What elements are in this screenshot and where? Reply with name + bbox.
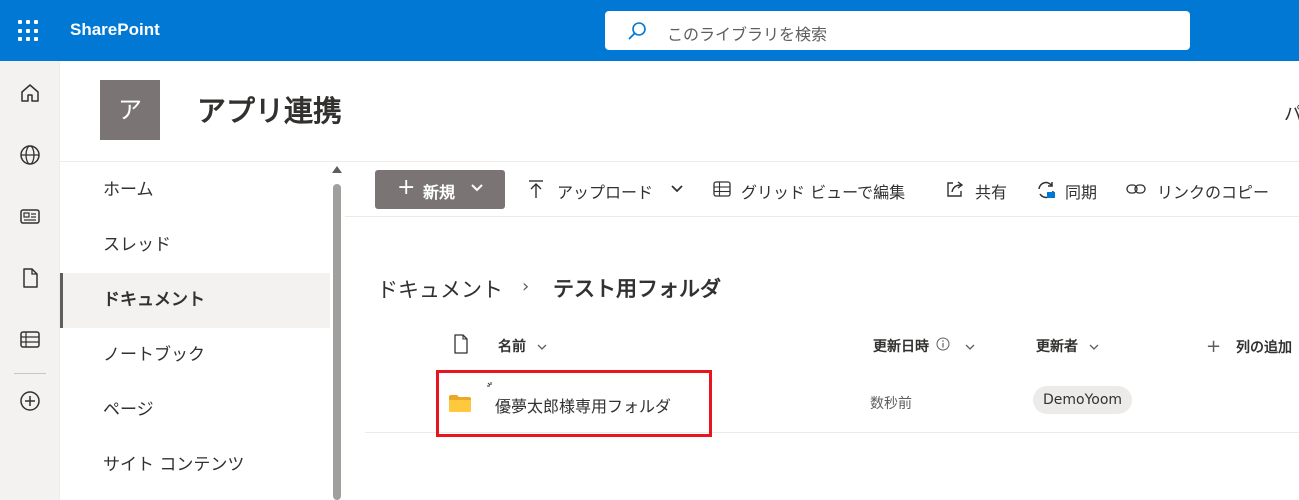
breadcrumb-current-folder: テスト用フォルダ [553, 277, 721, 301]
add-column-button[interactable]: + 列の追加 [1206, 336, 1292, 357]
upload-button[interactable]: アップロード [527, 178, 687, 202]
new-button-label: 新規 [423, 183, 456, 202]
column-name-label: 名前 [498, 339, 526, 355]
breadcrumb-documents[interactable]: ドキュメント [377, 274, 503, 304]
suite-header: SharePoint このライブラリを検索 [0, 0, 1299, 61]
sync-icon [1038, 181, 1055, 199]
rail-divider [14, 373, 46, 374]
grid-icon [713, 181, 731, 197]
item-modified: 数秒前 [870, 396, 912, 412]
nav-scrollbar-thumb[interactable] [333, 184, 341, 500]
chevron-down-icon [1089, 344, 1099, 350]
chevron-down-icon [537, 344, 547, 350]
chevron-down-icon [671, 185, 683, 193]
sync-button[interactable]: 同期 [1035, 178, 1105, 202]
column-header-name[interactable]: 名前 [498, 336, 547, 356]
globe-icon[interactable] [18, 143, 42, 167]
plus-icon: + [1206, 336, 1222, 357]
app-name[interactable]: SharePoint [70, 20, 160, 40]
add-circle-icon[interactable] [18, 389, 42, 413]
copy-link-label: リンクのコピー [1157, 183, 1270, 202]
lists-icon[interactable] [18, 327, 42, 351]
file-type-icon[interactable] [453, 334, 469, 354]
share-button[interactable]: 共有 [945, 178, 1015, 202]
news-icon[interactable] [18, 204, 42, 228]
nav-item-documents[interactable]: ドキュメント [60, 273, 330, 328]
link-icon [1126, 184, 1146, 194]
nav-item-threads[interactable]: スレッド [60, 218, 330, 273]
command-bar: + 新規 アップロード グリッド ビューで編集 共有 同期 リンクのコピー [345, 162, 1299, 217]
breadcrumb-separator-icon: › [522, 276, 530, 297]
site-title[interactable]: アプリ連携 [197, 88, 342, 130]
nav-item-pages[interactable]: ページ [60, 383, 330, 438]
site-navigation: ホーム スレッド ドキュメント ノートブック ページ サイト コンテンツ [60, 162, 330, 500]
share-label: 共有 [975, 183, 1008, 202]
highlight-box [436, 370, 712, 437]
plus-icon: + [397, 175, 416, 200]
column-header-modified[interactable]: 更新日時 [873, 336, 975, 356]
search-icon [628, 22, 646, 40]
grid-view-edit-label: グリッド ビューで編集 [741, 183, 906, 202]
upload-icon [529, 180, 543, 198]
nav-item-site-contents[interactable]: サイト コンテンツ [60, 438, 330, 493]
app-launcher-icon[interactable] [18, 20, 40, 42]
nav-item-notebook[interactable]: ノートブック [60, 328, 330, 383]
app-bar [0, 61, 60, 500]
scroll-up-arrow-icon[interactable] [332, 166, 342, 173]
new-button[interactable]: + 新規 [375, 170, 505, 209]
search-placeholder[interactable]: このライブラリを検索 [667, 21, 827, 45]
nav-item-home[interactable]: ホーム [60, 163, 330, 218]
copy-link-button[interactable]: リンクのコピー [1125, 178, 1285, 202]
column-modified-by-label: 更新者 [1036, 339, 1078, 355]
upload-label: アップロード [557, 183, 654, 202]
item-modified-by-persona[interactable]: DemoYoom [1033, 386, 1133, 414]
info-icon[interactable] [936, 337, 950, 351]
column-header-modified-by[interactable]: 更新者 [1036, 336, 1099, 356]
share-icon [947, 181, 964, 197]
grid-view-edit-button[interactable]: グリッド ビューで編集 [712, 178, 922, 202]
chevron-down-icon [965, 344, 975, 350]
column-modified-label: 更新日時 [873, 339, 929, 355]
search-box[interactable]: このライブラリを検索 [605, 11, 1190, 50]
document-icon[interactable] [18, 266, 42, 290]
home-icon[interactable] [18, 81, 42, 105]
site-header-right-text[interactable]: パ [1284, 100, 1299, 126]
sync-label: 同期 [1065, 183, 1098, 202]
add-column-label: 列の追加 [1235, 340, 1292, 356]
list-header: 名前 更新日時 更新者 + 列の追加 [365, 330, 1299, 364]
chevron-down-icon [471, 184, 483, 192]
site-logo[interactable]: ア [100, 80, 160, 140]
